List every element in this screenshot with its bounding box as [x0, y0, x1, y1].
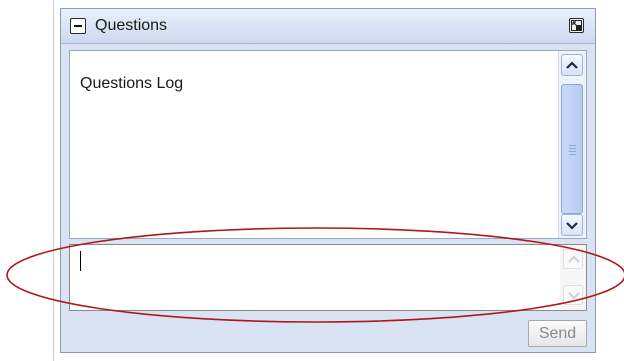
- log-scrollbar[interactable]: [558, 51, 586, 238]
- chevron-up-icon[interactable]: [561, 54, 583, 76]
- log-scroll-thumb[interactable]: [561, 84, 583, 214]
- chevron-up-disabled-icon: [563, 249, 583, 269]
- chevron-down-icon[interactable]: [561, 214, 583, 236]
- window-edge: [53, 0, 54, 361]
- questions-log-text: Questions Log: [80, 75, 184, 92]
- text-caret: [80, 251, 81, 271]
- panel-title: Questions: [95, 17, 168, 34]
- popout-window-icon[interactable]: [569, 18, 584, 33]
- panel-titlebar: Questions: [61, 9, 595, 44]
- chevron-down-disabled-icon: [563, 285, 583, 305]
- question-input[interactable]: [69, 244, 587, 311]
- minus-box-icon[interactable]: [70, 18, 86, 34]
- questions-log-area[interactable]: Questions Log: [69, 50, 587, 239]
- questions-panel: Questions Questions Log Send: [60, 8, 596, 353]
- screenshot-stage: Questions Questions Log Send: [0, 0, 624, 361]
- input-scrollbar: [560, 245, 586, 310]
- send-button[interactable]: Send: [528, 320, 587, 347]
